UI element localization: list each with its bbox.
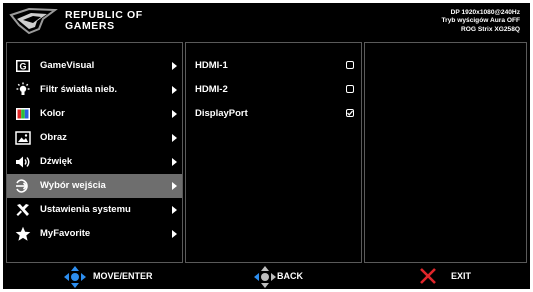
menu-item-system-setup[interactable]: Ustawienia systemu (7, 198, 182, 222)
unchecked-box-icon[interactable] (346, 61, 354, 69)
move-enter-hint[interactable]: MOVE/ENTER (63, 265, 183, 289)
input-option-hdmi-1[interactable]: HDMI-1 (186, 54, 361, 78)
image-icon (15, 131, 31, 145)
menu-label: MyFavorite (40, 228, 91, 239)
exit-hint[interactable]: EXIT (419, 265, 479, 289)
back-hint[interactable]: BACK (253, 265, 333, 289)
chevron-right-icon (172, 134, 177, 142)
menu-label: Ustawienia systemu (40, 204, 131, 215)
dpad-icon (64, 266, 86, 288)
exit-label: EXIT (451, 271, 472, 281)
input-option-displayport[interactable]: DisplayPort (186, 102, 361, 126)
chevron-right-icon (172, 206, 177, 214)
chevron-right-icon (172, 158, 177, 166)
menu-item-myfavorite[interactable]: MyFavorite (7, 222, 182, 246)
unchecked-box-icon[interactable] (346, 85, 354, 93)
menu-item-sound[interactable]: Dźwięk (7, 150, 182, 174)
menu-label: Obraz (40, 132, 67, 143)
menu-item-blue-light-filter[interactable]: Filtr światła nieb. (7, 78, 182, 102)
menu-label: Filtr światła nieb. (40, 84, 118, 95)
menu-label: GameVisual (40, 60, 95, 71)
blue-light-filter-icon (16, 82, 30, 95)
color-icon (16, 108, 30, 120)
menu-item-input-select[interactable]: Wybór wejścia (7, 174, 182, 198)
menu-item-gamevisual[interactable]: G GameVisual (7, 54, 182, 78)
menu-item-image[interactable]: Obraz (7, 126, 182, 150)
dpad-back-icon (254, 266, 276, 288)
status-resolution: DP 1920x1080@240Hz (450, 9, 520, 16)
option-label: HDMI-1 (195, 60, 228, 71)
input-select-submenu: HDMI-1 HDMI-2 DisplayPort (185, 42, 362, 263)
menu-label: Kolor (40, 108, 65, 119)
star-icon (15, 226, 31, 241)
chevron-right-icon (172, 110, 177, 118)
gamevisual-icon: G (16, 60, 30, 72)
monitor-osd: REPUBLIC OF GAMERS DP 1920x1080@240Hz Tr… (3, 3, 530, 289)
back-label: BACK (277, 271, 303, 281)
menu-label: Wybór wejścia (40, 180, 106, 191)
checked-box-icon[interactable] (346, 109, 354, 117)
menu-item-color[interactable]: Kolor (7, 102, 182, 126)
chevron-right-icon (172, 62, 177, 70)
speaker-icon (16, 156, 30, 168)
status-model: ROG Strix XG258Q (461, 25, 520, 33)
status-mode: Tryb wyścigów Aura OFF (441, 17, 520, 25)
input-select-icon (16, 179, 28, 193)
chevron-right-icon (172, 182, 177, 190)
chevron-right-icon (172, 86, 177, 94)
svg-text:G: G (19, 62, 26, 72)
chevron-right-icon (172, 230, 177, 238)
brand-name: REPUBLIC OF GAMERS (65, 10, 143, 32)
move-enter-label: MOVE/ENTER (93, 271, 153, 281)
option-label: HDMI-2 (195, 84, 228, 95)
close-icon (420, 268, 436, 284)
input-option-hdmi-2[interactable]: HDMI-2 (186, 78, 361, 102)
system-setup-icon (16, 204, 29, 216)
status-info: DP 1920x1080@240Hz Tryb wyścigów Aura OF… (441, 9, 520, 34)
main-menu: G GameVisual Filtr światła nieb. Kolor O… (6, 42, 183, 263)
brand-line-2: GAMERS (65, 20, 115, 32)
osd-header: REPUBLIC OF GAMERS DP 1920x1080@240Hz Tr… (3, 3, 530, 39)
detail-panel (364, 42, 527, 263)
osd-footer: MOVE/ENTER BACK EXIT (3, 265, 530, 289)
option-label: DisplayPort (195, 108, 248, 119)
rog-logo-icon (9, 7, 58, 35)
menu-label: Dźwięk (40, 156, 73, 167)
